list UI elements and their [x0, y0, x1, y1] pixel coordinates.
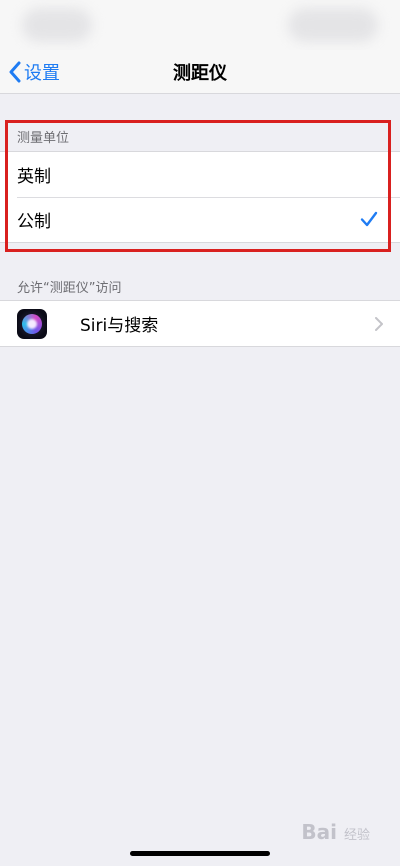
units-group: 英制 公制	[0, 151, 400, 243]
watermark-suffix: 经验	[343, 828, 370, 843]
siri-search-row[interactable]: Siri与搜索	[0, 301, 400, 346]
siri-search-label: Siri与搜索	[80, 316, 159, 336]
unit-option-metric[interactable]: 公制	[0, 197, 400, 242]
status-bar	[0, 0, 400, 50]
home-indicator[interactable]	[130, 851, 270, 856]
access-group: Siri与搜索	[0, 300, 400, 347]
status-bar-icons-blurred	[288, 8, 378, 42]
section-header-access: 允许“测距仪”访问	[17, 281, 122, 296]
page-title: 测距仪	[173, 63, 227, 84]
navigation-bar: 设置 测距仪	[0, 50, 400, 94]
chevron-right-icon	[375, 316, 383, 336]
section-header-units: 测量单位	[17, 131, 70, 146]
unit-option-imperial[interactable]: 英制	[0, 152, 400, 197]
unit-option-label: 英制	[17, 167, 51, 187]
watermark: Bai 经验	[301, 820, 370, 844]
siri-icon	[17, 308, 47, 339]
unit-option-label: 公制	[17, 212, 51, 232]
checkmark-icon	[360, 210, 378, 233]
watermark-brand: Bai	[301, 820, 338, 844]
status-bar-time-blurred	[22, 8, 92, 42]
